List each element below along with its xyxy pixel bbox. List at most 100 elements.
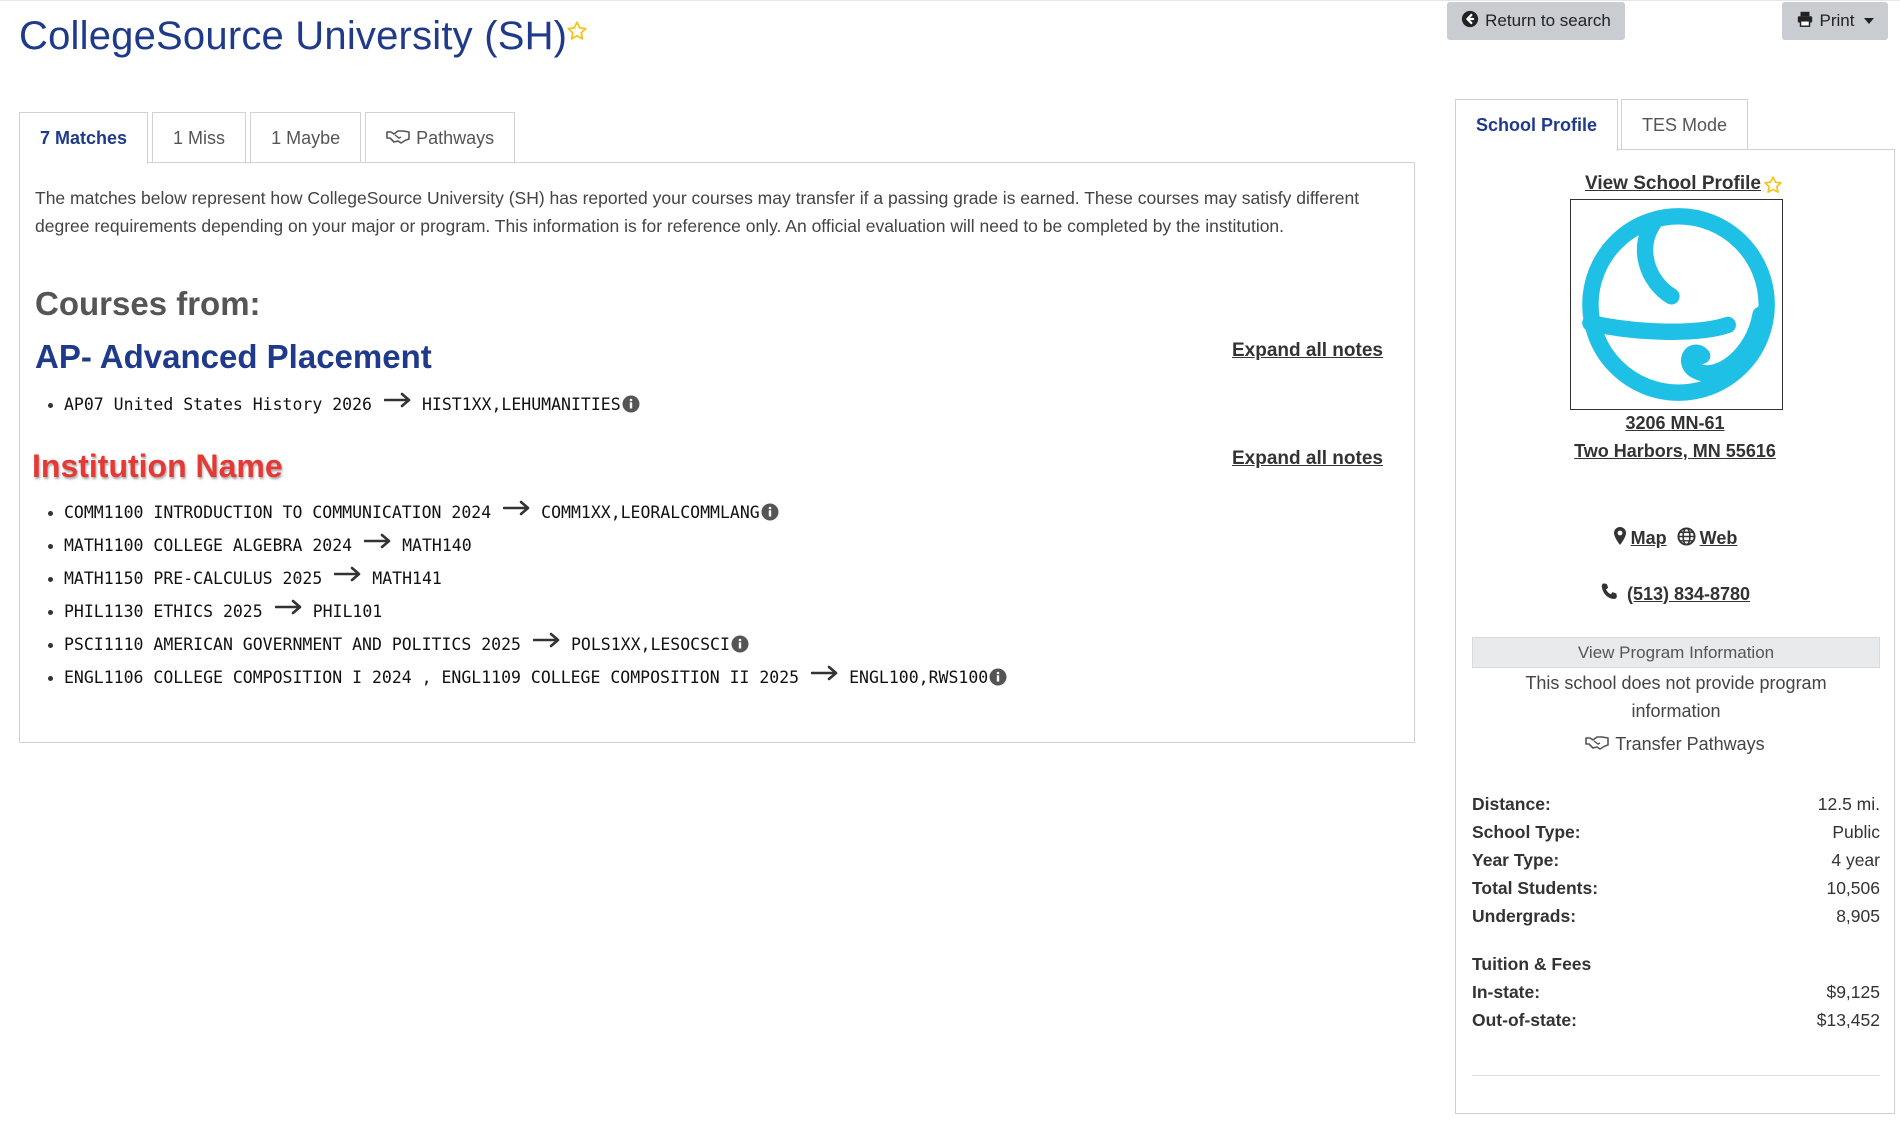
results-tabs: 7 Matches 1 Miss 1 Maybe Pathways: [19, 112, 516, 164]
print-dropdown-button[interactable]: Print: [1782, 2, 1888, 40]
globe-icon: [1677, 526, 1696, 551]
arrow-right-icon: [502, 500, 531, 520]
course-to: MATH141: [372, 569, 442, 588]
course-to: HIST1XX,LEHUMANITIES: [421, 395, 621, 414]
print-label: Print: [1819, 11, 1855, 30]
stat-label: Distance:: [1472, 793, 1551, 814]
favorite-star-icon[interactable]: [1763, 175, 1783, 200]
course-to: POLS1XX,LESOCSCI: [570, 635, 730, 654]
arrow-right-icon: [333, 566, 362, 586]
expand-all-notes-link[interactable]: Expand all notes: [1232, 448, 1383, 470]
stat-value: $9,125: [1826, 981, 1880, 1002]
printer-icon: [1796, 10, 1814, 33]
arrow-right-icon: [363, 533, 392, 553]
stat-value: 8,905: [1836, 905, 1880, 926]
handshake-icon: [386, 128, 410, 149]
stat-label: Total Students:: [1472, 877, 1599, 898]
tab-pathways[interactable]: Pathways: [365, 112, 516, 163]
web-link[interactable]: Web: [1700, 528, 1738, 549]
stat-value: 10,506: [1826, 877, 1880, 898]
expand-all-notes-link[interactable]: Expand all notes: [1232, 340, 1383, 362]
top-border: [0, 0, 1900, 1]
stats-divider: [1472, 1075, 1880, 1076]
intro-text: The matches below represent how CollegeS…: [35, 188, 1360, 236]
school-logo: [1570, 199, 1783, 410]
tab-miss-label: 1 Miss: [173, 127, 226, 148]
course-to: COMM1XX,LEORALCOMMLANG: [541, 503, 760, 522]
stat-label: School Type:: [1472, 821, 1581, 842]
transfer-pathways-link[interactable]: Transfer Pathways: [1455, 734, 1895, 755]
course-from: MATH1150 PRE-CALCULUS 2025: [64, 569, 323, 588]
stat-row: School Type: Public: [1472, 818, 1880, 846]
course-to: MATH140: [402, 536, 472, 555]
phone-icon: [1600, 582, 1619, 606]
course-from: PSCI1110 AMERICAN GOVERNMENT AND POLITIC…: [64, 635, 521, 654]
tab-miss[interactable]: 1 Miss: [152, 112, 247, 163]
course-row: COMM1100 INTRODUCTION TO COMMUNICATION 2…: [47, 496, 1007, 529]
view-school-profile-link[interactable]: View School Profile: [1585, 173, 1761, 195]
arrow-right-icon: [532, 632, 561, 652]
arrow-right-icon: [383, 392, 412, 412]
course-to: PHIL101: [312, 602, 383, 621]
favorite-star-icon[interactable]: [566, 20, 588, 47]
page-title: CollegeSource University (SH): [19, 14, 568, 58]
tab-maybe[interactable]: 1 Maybe: [250, 112, 362, 163]
tab-pathways-label: Pathways: [416, 127, 495, 148]
course-row: AP07 United States History 2026 HIST1XX,…: [48, 388, 640, 421]
group-title-ap: AP- Advanced Placement: [35, 338, 432, 375]
phone-link[interactable]: (513) 834-8780: [1627, 584, 1750, 605]
sidebar-tabs: School Profile TES Mode: [1455, 99, 1749, 151]
course-list-ap: AP07 United States History 2026 HIST1XX,…: [48, 388, 640, 421]
transfer-pathways-label: Transfer Pathways: [1615, 734, 1765, 754]
tab-matches[interactable]: 7 Matches: [19, 112, 149, 164]
info-icon[interactable]: [622, 395, 640, 417]
caret-down-icon: [1864, 18, 1875, 24]
course-from: PHIL1130 ETHICS 2025: [64, 602, 263, 621]
return-to-search-button[interactable]: Return to search: [1447, 2, 1625, 40]
tuition-heading-row: Tuition & Fees: [1472, 950, 1880, 978]
tab-matches-label: 7 Matches: [40, 128, 128, 148]
school-stats: Distance: 12.5 mi. School Type: Public Yea…: [1472, 790, 1880, 1034]
map-marker-icon: [1613, 526, 1627, 551]
stat-row: Year Type: 4 year: [1472, 846, 1880, 874]
course-row: PHIL1130 ETHICS 2025 PHIL101: [47, 595, 1007, 628]
stat-row: Distance: 12.5 mi.: [1472, 790, 1880, 818]
stat-row: Total Students: 10,506: [1472, 874, 1880, 902]
course-from: COMM1100 INTRODUCTION TO COMMUNICATION 2…: [64, 503, 492, 522]
stat-row: Undergrads: 8,905: [1472, 902, 1880, 930]
map-web-links: Map Web: [1455, 526, 1895, 551]
address-line-1-link[interactable]: 3206 MN-61: [1455, 413, 1895, 434]
no-program-text: This school does not provide program inf…: [1525, 673, 1827, 721]
arrow-right-icon: [810, 665, 839, 685]
stat-value: Public: [1832, 821, 1880, 842]
phone-row: (513) 834-8780: [1455, 582, 1895, 606]
stat-label: Out-of-state:: [1472, 1009, 1577, 1030]
course-row: ENGL1106 COLLEGE COMPOSITION I 2024 , EN…: [47, 661, 1007, 694]
tab-school-profile[interactable]: School Profile: [1455, 99, 1619, 151]
info-icon[interactable]: [731, 635, 749, 657]
stat-value: $13,452: [1816, 1009, 1880, 1030]
course-from: MATH1100 COLLEGE ALGEBRA 2024: [64, 536, 353, 555]
address-line-2-link[interactable]: Two Harbors, MN 55616: [1455, 441, 1895, 462]
tab-maybe-label: 1 Maybe: [271, 127, 341, 148]
arrow-right-icon: [274, 599, 303, 619]
tab-tes-mode[interactable]: TES Mode: [1621, 99, 1749, 150]
group-title-institution: Institution Name: [32, 448, 283, 484]
tab-school-profile-label: School Profile: [1476, 115, 1598, 135]
course-from: AP07 United States History 2026: [64, 395, 372, 414]
tuition-heading: Tuition & Fees: [1472, 953, 1592, 974]
stats-spacer: [1472, 930, 1880, 950]
info-icon[interactable]: [761, 503, 779, 525]
courses-from-heading: Courses from:: [35, 285, 261, 322]
collegesource-logo-icon: [1582, 208, 1775, 401]
info-icon[interactable]: [989, 668, 1007, 690]
arrow-left-circle-icon: [1461, 10, 1479, 33]
course-row: MATH1150 PRE-CALCULUS 2025 MATH141: [47, 562, 1007, 595]
course-to: ENGL100,RWS100: [849, 668, 989, 687]
stat-row: In-state: $9,125: [1472, 978, 1880, 1006]
stat-row: Out-of-state: $13,452: [1472, 1006, 1880, 1034]
view-program-information-button[interactable]: View Program Information: [1472, 637, 1880, 668]
course-row: PSCI1110 AMERICAN GOVERNMENT AND POLITIC…: [47, 628, 1007, 661]
map-link[interactable]: Map: [1631, 528, 1667, 549]
stat-label: Year Type:: [1472, 849, 1560, 870]
